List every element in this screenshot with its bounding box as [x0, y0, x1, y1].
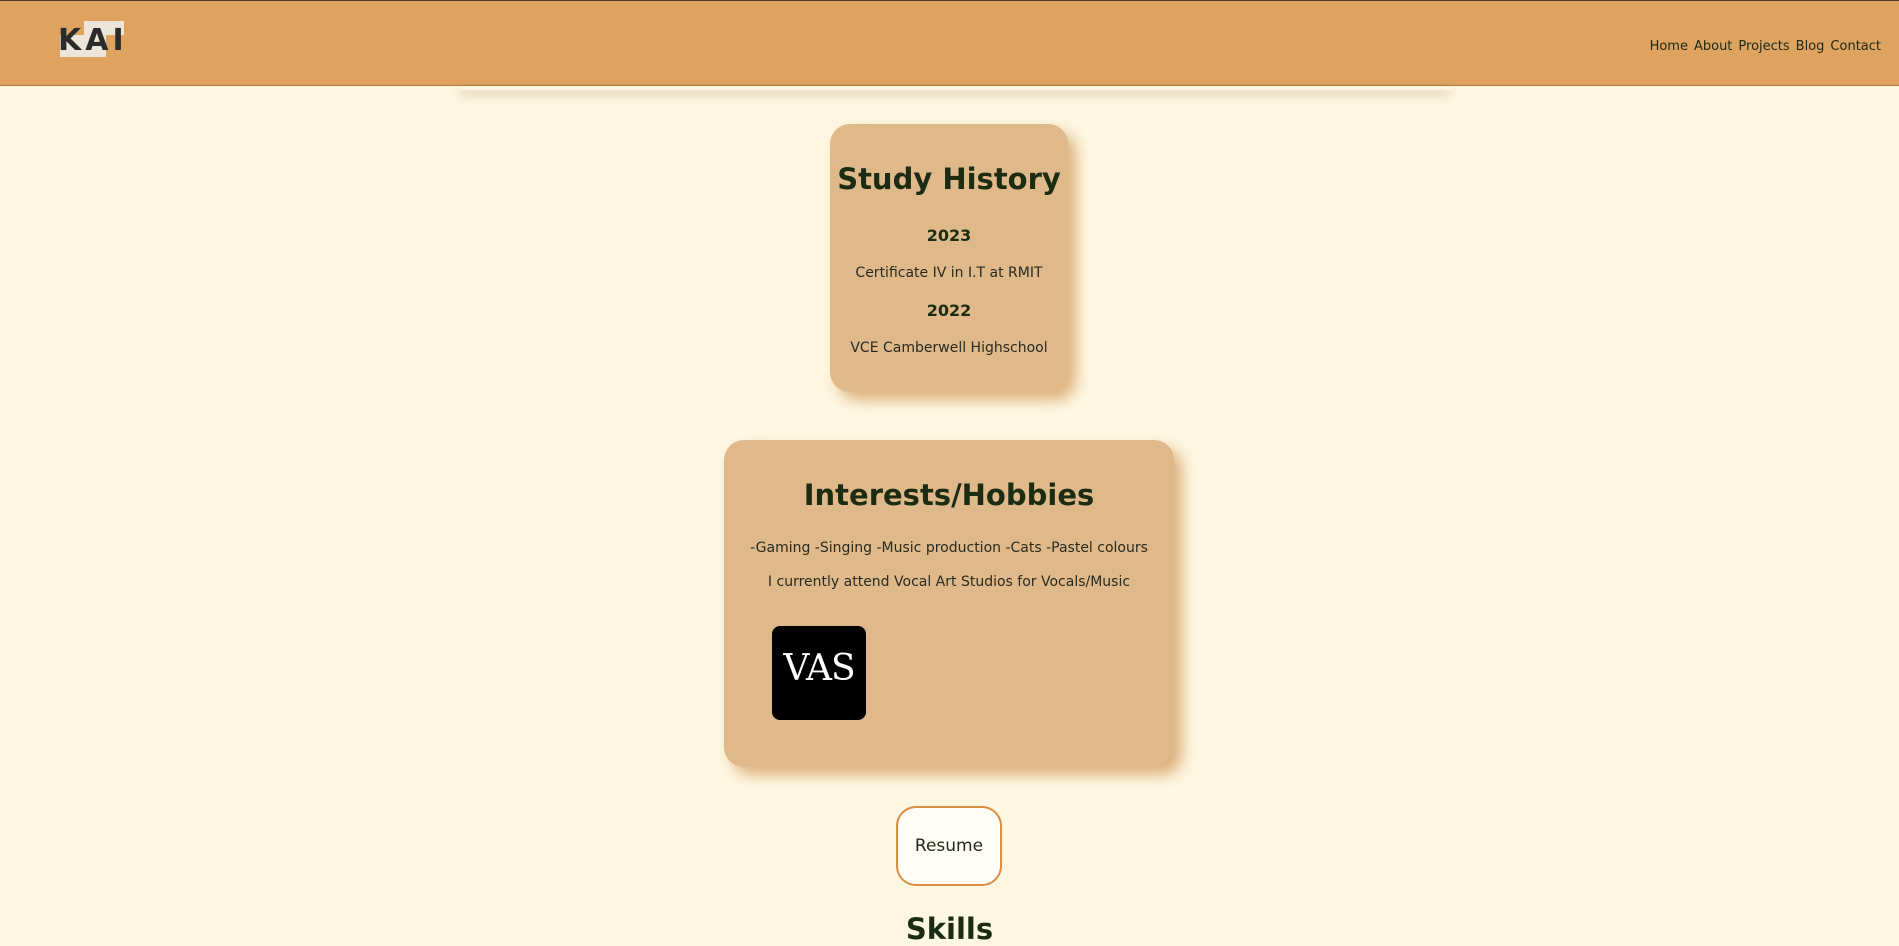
study-history-title: Study History	[837, 162, 1061, 196]
study-year: 2023	[926, 226, 972, 245]
header-shadow	[460, 86, 1450, 90]
logo-text: KAI	[58, 23, 128, 58]
study-description: Certificate IV in I.T at RMIT	[855, 265, 1043, 281]
site-logo[interactable]: KAI	[58, 21, 124, 61]
nav-link-blog[interactable]: Blog	[1796, 39, 1825, 54]
nav-link-home[interactable]: Home	[1650, 39, 1688, 54]
hobbies-title: Interests/Hobbies	[803, 478, 1095, 512]
vas-logo-text: VAS	[783, 648, 855, 689]
nav-link-contact[interactable]: Contact	[1830, 39, 1881, 54]
top-navigation-bar: KAI Home About Projects Blog Contact	[0, 0, 1899, 86]
main-nav: Home About Projects Blog Contact	[1650, 39, 1881, 54]
study-description: VCE Camberwell Highschool	[850, 340, 1048, 356]
nav-link-about[interactable]: About	[1694, 39, 1732, 54]
nav-link-projects[interactable]: Projects	[1738, 39, 1789, 54]
study-year: 2022	[926, 301, 972, 320]
interests-hobbies-card: Interests/Hobbies -Gaming -Singing -Musi…	[724, 440, 1174, 767]
hobbies-list: -Gaming -Singing -Music production -Cats…	[750, 540, 1148, 556]
study-history-card: Study History 2023 Certificate IV in I.T…	[830, 124, 1068, 392]
vocal-studio-note: I currently attend Vocal Art Studios for…	[767, 574, 1131, 590]
vocal-art-studios-logo: VAS	[772, 626, 866, 720]
resume-button[interactable]: Resume	[896, 806, 1002, 886]
